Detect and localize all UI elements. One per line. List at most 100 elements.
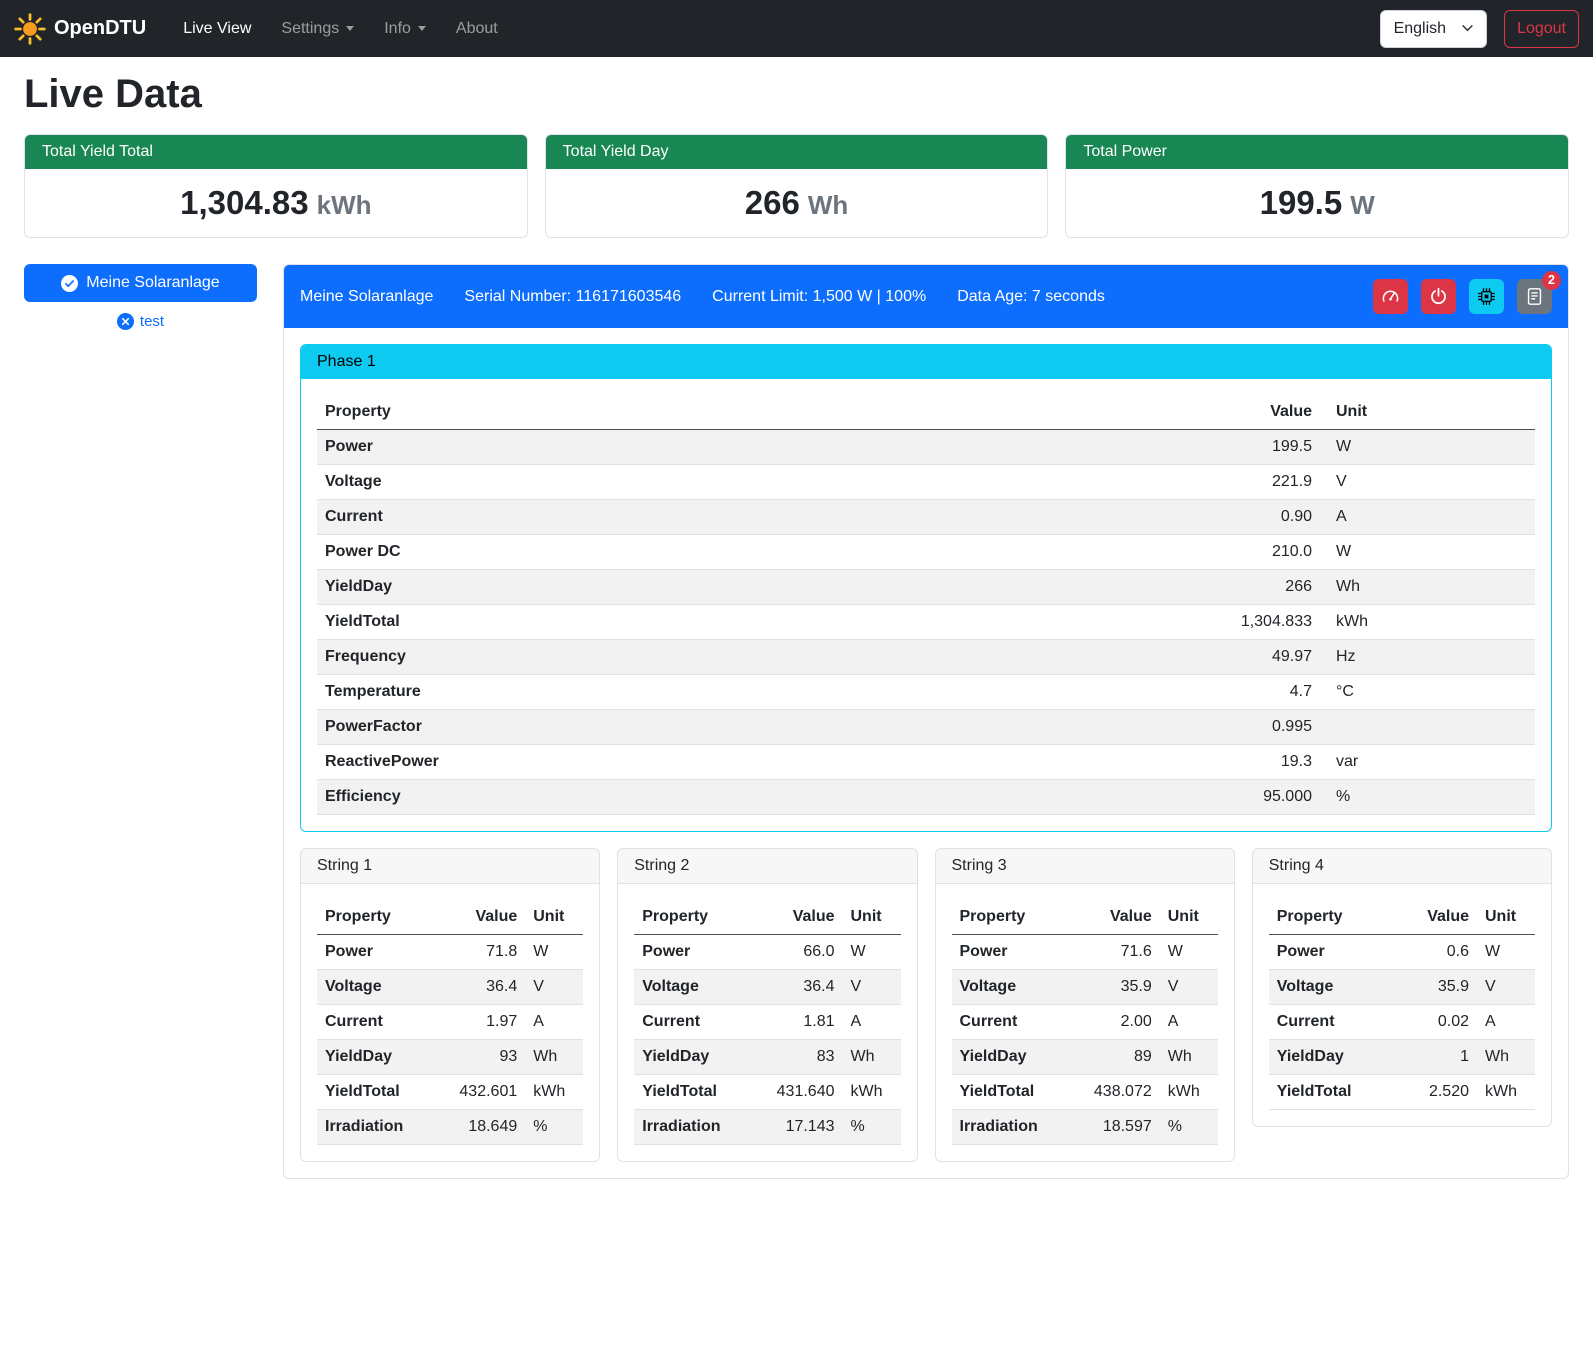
- value-cell: 18.597: [1080, 1110, 1160, 1145]
- inverter-card-header: Meine Solaranlage Serial Number: 1161716…: [284, 265, 1568, 328]
- value-cell: 71.8: [445, 935, 525, 970]
- string-card-title: String 1: [301, 849, 599, 884]
- nav-item-settings[interactable]: Settings: [266, 12, 369, 46]
- property-cell: Current: [317, 500, 1200, 535]
- unit-cell: kWh: [1160, 1075, 1218, 1110]
- summary-card-title: Total Yield Day: [546, 135, 1048, 169]
- logout-button[interactable]: Logout: [1504, 10, 1579, 48]
- event-log-button[interactable]: 2: [1517, 279, 1552, 314]
- tag-test[interactable]: test: [117, 313, 164, 330]
- nav-item-label: Info: [384, 20, 411, 38]
- property-cell: Voltage: [634, 970, 762, 1005]
- value-cell: 66.0: [763, 935, 843, 970]
- summary-card-unit: W: [1350, 190, 1375, 220]
- column-header-unit: Unit: [843, 900, 901, 935]
- table-row: Power66.0W: [634, 935, 900, 970]
- unit-cell: Wh: [1160, 1040, 1218, 1075]
- value-cell: 1.97: [445, 1005, 525, 1040]
- inverter-select-label: Meine Solaranlage: [86, 274, 219, 292]
- table-body: Power71.6WVoltage35.9VCurrent2.00AYieldD…: [952, 935, 1218, 1145]
- unit-cell: kWh: [843, 1075, 901, 1110]
- nav-item-label: Settings: [281, 20, 339, 38]
- property-cell: Efficiency: [317, 780, 1200, 815]
- unit-cell: W: [525, 935, 583, 970]
- page-title: Live Data: [24, 72, 1569, 117]
- device-info-button[interactable]: [1469, 279, 1504, 314]
- string-card-4: String 4 Property Value Unit: [1252, 848, 1552, 1127]
- property-cell: Voltage: [1269, 970, 1397, 1005]
- sun-logo-icon: [13, 12, 47, 46]
- value-cell: 1: [1397, 1040, 1477, 1075]
- table-row: Voltage36.4V: [317, 970, 583, 1005]
- value-cell: 266: [1200, 570, 1320, 605]
- inverter-actions: 2: [1373, 279, 1552, 314]
- limit-settings-button[interactable]: [1373, 279, 1408, 314]
- unit-cell: Wh: [525, 1040, 583, 1075]
- string-table: Property Value Unit Power71.6WVoltage35.…: [952, 900, 1218, 1145]
- table-row: PowerFactor0.995: [317, 710, 1535, 745]
- property-cell: Frequency: [317, 640, 1200, 675]
- property-cell: Power DC: [317, 535, 1200, 570]
- string-card-title: String 2: [618, 849, 916, 884]
- column-header-property: Property: [317, 395, 1200, 430]
- table-row: Current0.90A: [317, 500, 1535, 535]
- unit-cell: A: [525, 1005, 583, 1040]
- nav-item-label: Live View: [183, 20, 251, 38]
- table-head: Property Value Unit: [952, 900, 1218, 935]
- column-header-unit: Unit: [1160, 900, 1218, 935]
- table-row: Current1.81A: [634, 1005, 900, 1040]
- unit-cell: V: [1320, 465, 1535, 500]
- value-cell: 36.4: [763, 970, 843, 1005]
- value-cell: 221.9: [1200, 465, 1320, 500]
- property-cell: Current: [634, 1005, 762, 1040]
- property-cell: Current: [1269, 1005, 1397, 1040]
- unit-cell: A: [1477, 1005, 1535, 1040]
- property-cell: ReactivePower: [317, 745, 1200, 780]
- nav-links: Live View Settings Info About: [168, 12, 513, 46]
- value-cell: 93: [445, 1040, 525, 1075]
- language-select[interactable]: English: [1380, 10, 1487, 48]
- property-cell: YieldDay: [317, 570, 1200, 605]
- unit-cell: var: [1320, 745, 1535, 780]
- value-cell: 83: [763, 1040, 843, 1075]
- table-header-row: Property Value Unit: [317, 900, 583, 935]
- power-toggle-button[interactable]: [1421, 279, 1456, 314]
- property-cell: Current: [317, 1005, 445, 1040]
- summary-row: Total Yield Total 1,304.83kWh Total Yiel…: [24, 134, 1569, 238]
- value-cell: 432.601: [445, 1075, 525, 1110]
- string-card-2: String 2 Property Value Unit: [617, 848, 917, 1162]
- nav-item-about[interactable]: About: [441, 12, 513, 46]
- phase-card-title: Phase 1: [301, 345, 1551, 379]
- nav-item-live-view[interactable]: Live View: [168, 12, 266, 46]
- value-cell: 89: [1080, 1040, 1160, 1075]
- column-header-value: Value: [1080, 900, 1160, 935]
- property-cell: Power: [1269, 935, 1397, 970]
- table-row: Power71.6W: [952, 935, 1218, 970]
- table-row: ReactivePower19.3var: [317, 745, 1535, 780]
- string-card-body: Property Value Unit Power71.8WVoltage36.…: [301, 884, 599, 1161]
- brand[interactable]: OpenDTU: [13, 12, 146, 46]
- table-row: YieldTotal432.601kWh: [317, 1075, 583, 1110]
- table-head: Property Value Unit: [1269, 900, 1535, 935]
- nav-item-info[interactable]: Info: [369, 12, 441, 46]
- nav-item-label: About: [456, 20, 498, 38]
- unit-cell: W: [1320, 430, 1535, 465]
- check-circle-icon: [61, 275, 78, 292]
- column-header-property: Property: [952, 900, 1080, 935]
- table-row: YieldDay266Wh: [317, 570, 1535, 605]
- inverter-data-age: Data Age: 7 seconds: [957, 288, 1105, 306]
- column-header-unit: Unit: [525, 900, 583, 935]
- inverter-select-button[interactable]: Meine Solaranlage: [24, 264, 257, 302]
- string-card-title: String 4: [1253, 849, 1551, 884]
- property-cell: YieldDay: [317, 1040, 445, 1075]
- page-container: Live Data Total Yield Total 1,304.83kWh …: [0, 72, 1593, 1209]
- tag-label: test: [140, 313, 164, 330]
- property-cell: Current: [952, 1005, 1080, 1040]
- string-table: Property Value Unit Power0.6WVoltage35.9…: [1269, 900, 1535, 1110]
- value-cell: 438.072: [1080, 1075, 1160, 1110]
- value-cell: 71.6: [1080, 935, 1160, 970]
- value-cell: 35.9: [1080, 970, 1160, 1005]
- table-body: Power0.6WVoltage35.9VCurrent0.02AYieldDa…: [1269, 935, 1535, 1110]
- unit-cell: %: [525, 1110, 583, 1145]
- table-row: YieldTotal1,304.833kWh: [317, 605, 1535, 640]
